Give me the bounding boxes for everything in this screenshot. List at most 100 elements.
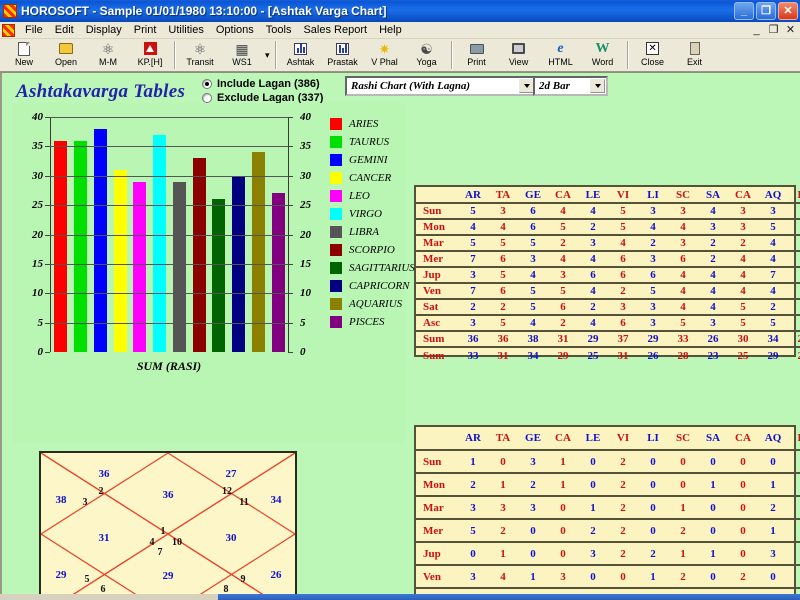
table-cell: 0	[788, 565, 800, 588]
table-cell: 2	[590, 301, 596, 313]
toolbar-button-kp[interactable]: KP.[H]	[129, 39, 171, 71]
legend-item: VIRGO	[330, 205, 415, 223]
toolbar-button-mm[interactable]: ⚛ M-M	[87, 39, 129, 71]
ashtakavarga-bar-chart: 0 0 5 5 10 10 15 15 20 20 25 25 30 30 35 35 40 40 SUM (RA…	[12, 103, 415, 443]
table-cell: 31	[497, 349, 509, 362]
table-body: Sun1031020000029Mon21210200101010Mar3330…	[416, 450, 800, 594]
toolbar-button-vphal[interactable]: ✷ V Phal	[364, 39, 406, 71]
toolbar-button-yoga[interactable]: ☯ Yoga	[406, 39, 448, 71]
table-cell: 0	[770, 570, 776, 583]
table-cell: 0	[530, 524, 536, 537]
axis-tick	[45, 352, 50, 353]
table-cell: 5	[500, 317, 506, 329]
table-cell: 5	[740, 301, 746, 313]
table-cell: 2	[788, 283, 800, 299]
table-cell: 33	[677, 333, 689, 345]
axis-tick	[288, 352, 293, 353]
toolbar-button-close[interactable]: ✕ Close	[632, 39, 674, 71]
table-cell: 36	[497, 333, 509, 345]
table-cell: 0	[650, 478, 656, 491]
menu-item-sales-report[interactable]: Sales Report	[297, 23, 373, 37]
menu-item-edit[interactable]: Edit	[49, 23, 80, 37]
menu-item-help[interactable]: Help	[373, 23, 408, 37]
table-cell: 4	[770, 285, 776, 297]
toolbar-button-transit[interactable]: ⚛ Transit	[179, 39, 221, 71]
rashi-house-number: 10	[172, 537, 182, 548]
toolbar-button-print[interactable]: Print	[456, 39, 498, 71]
toolbar-button-word[interactable]: W Word	[582, 39, 624, 71]
chart-type-select[interactable]: Rashi Chart (With Lagna)	[345, 76, 537, 96]
menu-item-file[interactable]: File	[19, 23, 49, 37]
rashi-chart-diagram: 363638312937293326303427 123456789101112	[39, 451, 297, 594]
table-cell: 3	[680, 205, 686, 217]
word-icon: W	[595, 40, 610, 56]
axis-tick	[45, 117, 50, 118]
axis-tick	[288, 117, 293, 118]
table-row: Ven34130012020016	[416, 565, 800, 588]
application-window: HOROSOFT - Sample 01/01/1980 13:10:00 - …	[0, 0, 800, 600]
table-cell: 3	[560, 570, 566, 583]
toolbar-label: V Phal	[371, 57, 398, 67]
mdi-minimize-button[interactable]: _	[750, 23, 763, 37]
table-cell: 2	[500, 301, 506, 313]
toolbar-button-exit[interactable]: Exit	[674, 39, 716, 71]
table-cell: 2	[560, 237, 566, 249]
toolbar-button-new[interactable]: New	[3, 39, 45, 71]
radio-include-lagan-indicator[interactable]	[202, 79, 212, 89]
table-cell: 1	[500, 478, 506, 491]
menu-item-display[interactable]: Display	[80, 23, 128, 37]
table-cell: 3	[500, 501, 506, 514]
table-cell: 37	[617, 333, 629, 345]
toolbar-button-open[interactable]: Open	[45, 39, 87, 71]
minimize-button[interactable]: _	[734, 2, 754, 20]
table-cell: 29	[587, 333, 599, 345]
table-cell: 2	[470, 301, 476, 313]
rashi-house-value: 36	[163, 489, 175, 501]
rashi-house-number: 5	[85, 574, 90, 585]
table-cell: 6	[620, 253, 626, 265]
toolbar-button-ashtak[interactable]: Ashtak	[280, 39, 322, 71]
rashi-house-number: 1	[161, 526, 166, 537]
toolbar-button-view[interactable]: View	[498, 39, 540, 71]
chevron-down-icon[interactable]	[519, 79, 534, 93]
close-box-icon: ✕	[646, 40, 660, 57]
table-cell: 6	[620, 269, 626, 281]
table-row: Asc35424635355449	[416, 315, 800, 331]
table-row-label: Ven	[423, 285, 441, 297]
toolbar-button-prastak[interactable]: Prastak	[322, 39, 364, 71]
worksheet-grid-icon: ▦	[235, 40, 249, 57]
binoculars-icon: ☯	[420, 40, 433, 57]
axis-tick	[45, 234, 50, 236]
radio-include-lagan[interactable]: Include Lagan (386)	[202, 77, 323, 91]
table-cell: 26	[647, 349, 659, 362]
table-cell: 1	[788, 519, 800, 542]
table-cell: 28	[677, 349, 689, 362]
legend-swatch	[330, 262, 342, 274]
close-button[interactable]: ✕	[778, 2, 798, 20]
axis-tick-label: 30	[300, 169, 311, 182]
chevron-down-icon[interactable]: ▾	[265, 50, 270, 61]
radio-exclude-lagan-indicator[interactable]	[202, 93, 212, 103]
table-column-header: AR	[458, 427, 488, 451]
toolbar-button-ws1[interactable]: ▦ WS1	[221, 39, 263, 71]
menu-item-utilities[interactable]: Utilities	[162, 23, 209, 37]
maximize-button[interactable]: ❐	[756, 2, 776, 20]
table-row: Ven76554254444252	[416, 283, 800, 299]
table-cell: 2	[620, 285, 626, 297]
toolbar-button-html[interactable]: e HTML	[540, 39, 582, 71]
table-header: ARTAGECALEVILISCSACAAQPISum	[416, 427, 800, 451]
table-cell: 4	[680, 269, 686, 281]
menu-item-print[interactable]: Print	[128, 23, 163, 37]
menu-item-tools[interactable]: Tools	[260, 23, 298, 37]
rashi-house-value: 29	[163, 570, 175, 582]
graph-style-select[interactable]: 2d Bar	[533, 76, 608, 96]
chart-bar	[271, 193, 285, 352]
chevron-down-icon[interactable]	[590, 79, 605, 93]
mdi-close-button[interactable]: ✕	[784, 23, 797, 37]
menu-item-options[interactable]: Options	[210, 23, 260, 37]
toolbar-label: Prastak	[327, 57, 358, 67]
mdi-restore-button[interactable]: ❐	[767, 23, 780, 37]
rashi-house-number: 3	[83, 497, 88, 508]
table-cell: 5	[530, 237, 536, 249]
chart-gridline	[50, 175, 288, 177]
